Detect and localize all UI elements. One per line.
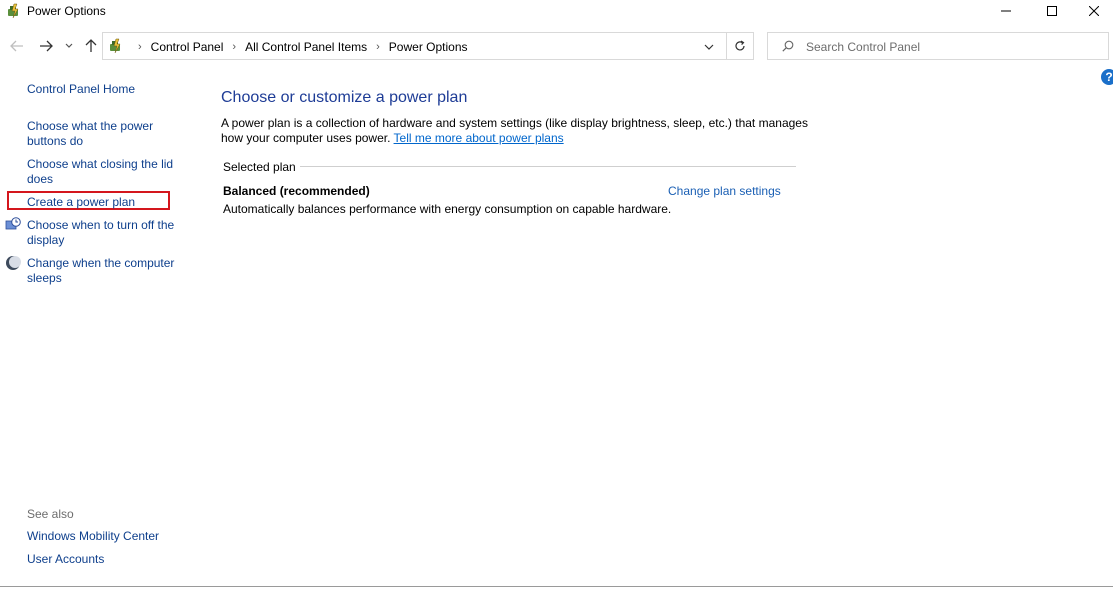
see-also-heading: See also (27, 507, 74, 521)
recent-locations-dropdown[interactable] (63, 37, 75, 55)
window-title: Power Options (27, 4, 106, 18)
help-icon[interactable]: ? (1101, 69, 1113, 85)
close-button[interactable] (1075, 0, 1113, 22)
breadcrumb-control-panel[interactable]: Control Panel (151, 40, 224, 54)
refresh-button[interactable] (726, 32, 754, 60)
left-navigation-pane: Control Panel Home Choose what the power… (0, 62, 200, 582)
refresh-icon (735, 40, 745, 51)
breadcrumb-power-options[interactable]: Power Options (389, 40, 468, 54)
display-clock-icon (5, 217, 21, 233)
computer-sleeps-link[interactable]: Change when the computer sleeps (27, 256, 187, 286)
breadcrumb: › Control Panel › All Control Panel Item… (129, 40, 468, 54)
power-options-icon (6, 3, 22, 19)
chevron-down-icon[interactable] (701, 39, 717, 55)
page-title: Choose or customize a power plan (221, 89, 468, 106)
control-panel-icon (108, 38, 124, 54)
search-box[interactable] (767, 32, 1109, 60)
window-bottom-border (0, 586, 1113, 587)
search-icon (782, 40, 794, 55)
plan-description: Automatically balances performance with … (223, 202, 672, 216)
selected-plan-heading: Selected plan (223, 160, 296, 174)
section-divider (300, 166, 796, 167)
turn-off-display-link[interactable]: Choose when to turn off the display (27, 218, 187, 248)
chevron-right-icon: › (138, 41, 142, 53)
search-input[interactable] (806, 38, 1096, 56)
chevron-right-icon[interactable]: › (232, 41, 236, 53)
user-accounts-link[interactable]: User Accounts (27, 552, 187, 567)
create-power-plan-link[interactable]: Create a power plan (27, 195, 187, 210)
control-panel-home-link[interactable]: Control Panel Home (27, 82, 187, 97)
up-button[interactable] (82, 37, 100, 55)
navigation-bar: › Control Panel › All Control Panel Item… (0, 31, 1113, 61)
minimize-button[interactable] (983, 0, 1029, 22)
power-buttons-link[interactable]: Choose what the power buttons do (27, 119, 187, 149)
forward-button[interactable] (37, 37, 55, 55)
back-button[interactable] (8, 37, 26, 55)
chevron-right-icon[interactable]: › (376, 41, 380, 53)
title-bar: Power Options (0, 0, 1113, 22)
change-plan-settings-link[interactable]: Change plan settings (668, 184, 781, 198)
closing-lid-link[interactable]: Choose what closing the lid does (27, 157, 187, 187)
maximize-button[interactable] (1029, 0, 1075, 22)
address-bar[interactable]: › Control Panel › All Control Panel Item… (102, 32, 727, 60)
plan-name: Balanced (recommended) (223, 184, 370, 198)
moon-icon (5, 255, 21, 271)
windows-mobility-center-link[interactable]: Windows Mobility Center (27, 529, 187, 544)
page-description: A power plan is a collection of hardware… (221, 116, 811, 146)
breadcrumb-all-items[interactable]: All Control Panel Items (245, 40, 367, 54)
learn-more-link[interactable]: Tell me more about power plans (394, 131, 564, 145)
